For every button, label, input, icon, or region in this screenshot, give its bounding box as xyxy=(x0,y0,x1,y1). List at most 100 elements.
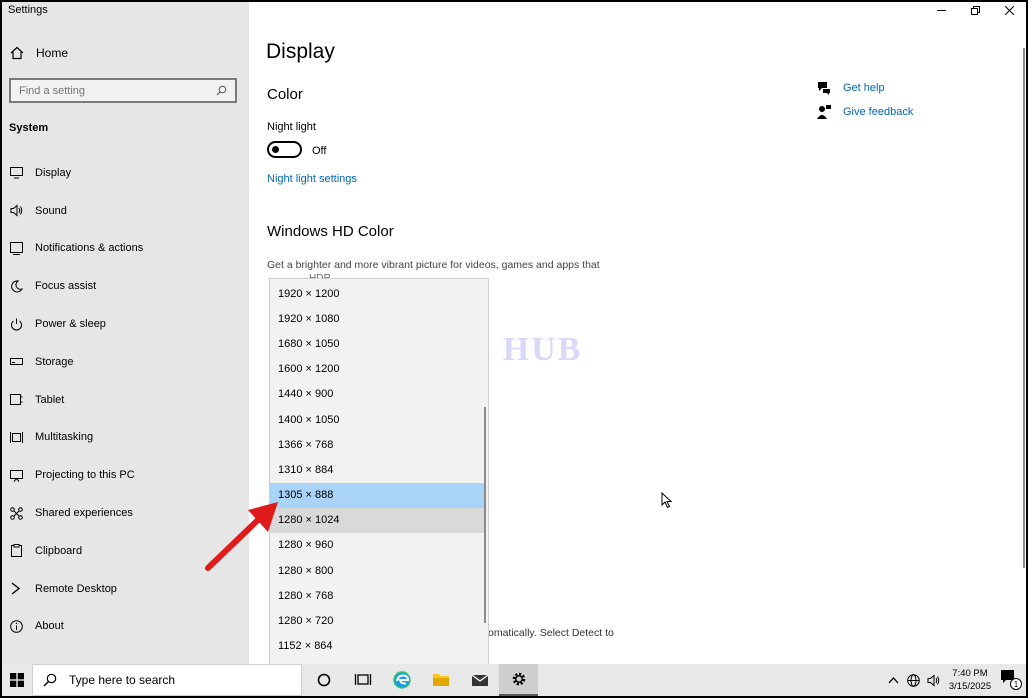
resolution-option[interactable]: 1366 × 768 xyxy=(270,432,486,457)
search-icon xyxy=(43,673,57,687)
minimize-icon xyxy=(936,9,946,11)
resolution-option[interactable]: 1400 × 1050 xyxy=(270,407,486,432)
clock-date: 3/15/2025 xyxy=(948,681,992,692)
nav-home[interactable]: Home xyxy=(10,46,68,60)
network-button[interactable] xyxy=(906,673,920,687)
remote-icon xyxy=(9,582,23,596)
volume-button[interactable] xyxy=(926,673,940,687)
app-title: Settings xyxy=(8,4,48,16)
sidebar-item-label: Tablet xyxy=(35,393,65,406)
resolution-option[interactable]: 1280 × 768 xyxy=(270,583,486,608)
main-content: Display Color Night light Off Night ligh… xyxy=(249,2,1026,664)
night-light-settings-link[interactable]: Night light settings xyxy=(267,173,357,185)
storage-icon xyxy=(9,355,23,369)
sidebar-item-storage[interactable]: Storage xyxy=(2,343,249,381)
sidebar-item-tablet[interactable]: Tablet xyxy=(2,381,249,419)
resolution-option[interactable]: 1680 × 1050 xyxy=(270,331,486,356)
search-icon xyxy=(216,85,227,96)
gear-icon xyxy=(512,672,525,686)
scrollbar-thumb[interactable] xyxy=(1023,48,1025,568)
resolution-option[interactable]: 1600 × 1200 xyxy=(270,357,486,382)
sidebar-item-label: Power & sleep xyxy=(35,318,106,331)
sidebar-item-label: Sound xyxy=(35,204,67,217)
monitor-icon xyxy=(9,166,23,180)
feedback-icon xyxy=(817,105,831,119)
page-scrollbar[interactable] xyxy=(1022,18,1026,648)
sidebar-item-sound[interactable]: Sound xyxy=(2,192,249,230)
resolution-option[interactable]: 1152 × 864 xyxy=(270,634,486,659)
resolution-option[interactable]: 1310 × 884 xyxy=(270,457,486,482)
get-help-link[interactable]: Get help xyxy=(817,76,913,100)
help-links: Get help Give feedback xyxy=(817,76,913,124)
dropdown-scrollbar[interactable] xyxy=(484,407,486,623)
resolution-options: 1920 × 1200 1920 × 1080 1680 × 1050 1600… xyxy=(270,281,486,659)
globe-icon xyxy=(906,673,920,687)
resolution-dropdown[interactable]: 1920 × 1200 1920 × 1080 1680 × 1050 1600… xyxy=(269,278,489,664)
edge-button[interactable] xyxy=(382,664,421,696)
red-arrow-icon xyxy=(205,502,278,571)
resolution-option[interactable]: 1280 × 960 xyxy=(270,533,486,558)
close-button[interactable] xyxy=(992,2,1026,18)
find-setting-input[interactable] xyxy=(19,84,199,97)
sidebar-item-projecting[interactable]: Projecting to this PC xyxy=(2,456,249,494)
sidebar-item-about[interactable]: About xyxy=(2,608,249,646)
sidebar-item-remote-desktop[interactable]: Remote Desktop xyxy=(2,570,249,608)
sidebar-item-display[interactable]: Display xyxy=(2,154,249,192)
caption-buttons xyxy=(924,2,1026,18)
find-setting-box[interactable] xyxy=(9,78,237,103)
night-light-state: Off xyxy=(312,145,327,157)
restore-button[interactable] xyxy=(958,2,992,18)
give-feedback-label: Give feedback xyxy=(843,106,914,118)
sidebar-item-label: Focus assist xyxy=(35,280,97,293)
taskbar: Type here to search 7:40 PM 3/15/2025 1 xyxy=(2,664,1026,696)
resolution-option-hovered[interactable]: 1280 × 1024 xyxy=(270,507,486,533)
info-icon xyxy=(9,619,23,633)
close-icon xyxy=(1004,5,1014,15)
start-button[interactable] xyxy=(2,664,32,696)
toggle-knob xyxy=(272,146,279,153)
resolution-option[interactable]: 1920 × 1080 xyxy=(270,306,486,331)
mouse-cursor-icon xyxy=(661,492,673,509)
resolution-option[interactable]: 1280 × 800 xyxy=(270,558,486,583)
moon-icon xyxy=(9,279,23,293)
taskbar-search-box[interactable]: Type here to search xyxy=(32,664,302,696)
speaker-icon xyxy=(9,204,23,218)
sidebar-item-label: Multitasking xyxy=(35,431,94,444)
resolution-option-selected[interactable]: 1305 × 888 xyxy=(270,482,486,508)
minimize-button[interactable] xyxy=(924,2,958,18)
section-label: System xyxy=(9,122,49,134)
sidebar-item-label: Display xyxy=(35,166,72,179)
cortana-icon xyxy=(317,673,330,687)
clock[interactable]: 7:40 PM 3/15/2025 xyxy=(946,667,994,693)
clipboard-icon xyxy=(9,544,23,558)
cortana-button[interactable] xyxy=(304,664,343,696)
sidebar-item-notifications[interactable]: Notifications & actions xyxy=(2,230,249,268)
resolution-option[interactable]: 1920 × 1200 xyxy=(270,281,486,306)
taskbar-apps xyxy=(304,664,538,696)
get-help-label: Get help xyxy=(843,82,885,94)
file-explorer-button[interactable] xyxy=(421,664,460,696)
folder-icon xyxy=(432,674,449,686)
resolution-option[interactable]: 1440 × 900 xyxy=(270,382,486,407)
action-center-button[interactable]: 1 xyxy=(1000,669,1022,691)
sidebar-item-multitasking[interactable]: Multitasking xyxy=(2,419,249,457)
sidebar-item-focus-assist[interactable]: Focus assist xyxy=(2,267,249,305)
sidebar-item-power[interactable]: Power & sleep xyxy=(2,305,249,343)
help-icon xyxy=(818,82,830,95)
night-light-label: Night light xyxy=(267,121,316,133)
system-tray: 7:40 PM 3/15/2025 1 xyxy=(886,664,1022,696)
mail-button[interactable] xyxy=(460,664,499,696)
projector-icon xyxy=(9,468,23,482)
night-light-toggle[interactable] xyxy=(267,141,302,158)
detect-text-fragment: omatically. Select Detect to xyxy=(488,627,614,639)
task-view-button[interactable] xyxy=(343,664,382,696)
speaker-icon xyxy=(927,673,939,687)
show-hidden-icons-button[interactable] xyxy=(886,673,900,687)
windows-logo-icon xyxy=(10,673,24,687)
taskbar-search-placeholder: Type here to search xyxy=(69,673,176,687)
give-feedback-link[interactable]: Give feedback xyxy=(817,100,913,124)
sidebar-item-label: Shared experiences xyxy=(35,507,133,520)
settings-taskbar-button[interactable] xyxy=(499,664,538,696)
clock-time: 7:40 PM xyxy=(952,668,988,679)
resolution-option[interactable]: 1280 × 720 xyxy=(270,608,486,633)
